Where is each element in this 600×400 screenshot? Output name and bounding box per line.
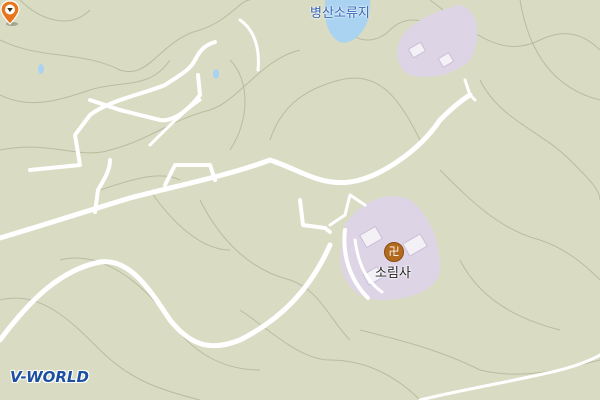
temple-label: 소림사	[375, 266, 411, 281]
pond-water	[38, 64, 44, 74]
pond-water	[213, 69, 219, 79]
roads	[0, 18, 600, 400]
reservoir-label: 병산소류지	[310, 6, 370, 21]
buddhist-temple-icon[interactable]: 卍	[384, 242, 404, 262]
map-canvas	[0, 0, 600, 400]
map-view[interactable]: 병산소류지 卍 소림사 V-WORLD	[0, 0, 600, 400]
location-pin-icon[interactable]	[0, 0, 20, 26]
vworld-logo: V-WORLD	[10, 368, 89, 386]
